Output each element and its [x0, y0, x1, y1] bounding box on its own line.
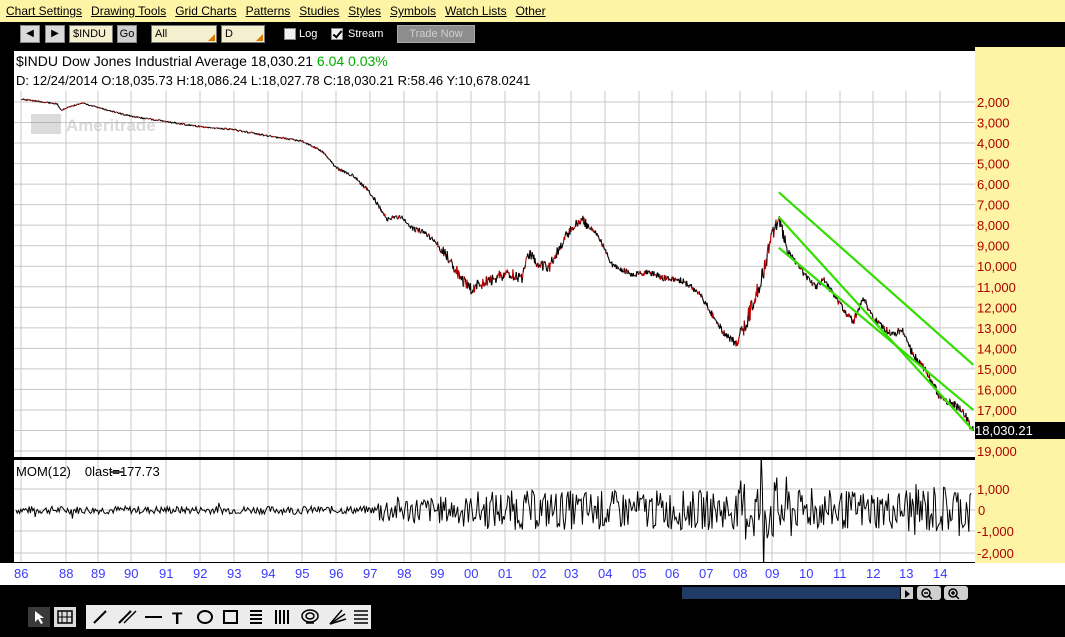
period-value: D	[225, 28, 233, 40]
range-dropdown[interactable]: All	[151, 25, 217, 43]
x-tick-label: 90	[124, 566, 138, 581]
momentum-tick-label: 1,000	[977, 482, 1010, 497]
forward-button[interactable]: ▶	[45, 25, 65, 43]
x-tick-label: 97	[363, 566, 377, 581]
menu-bar: Chart Settings Drawing Tools Grid Charts Pa…	[0, 0, 1065, 22]
y-tick-label: 11,000	[977, 280, 1016, 295]
y-tick-label: 12,000	[977, 300, 1017, 315]
ohlc-readout: D: 12/24/2014 O:18,035.73 H:18,086.24 L:…	[16, 73, 530, 88]
x-tick-label: 88	[59, 566, 73, 581]
y-tick-label: 13,000	[977, 321, 1017, 336]
momentum-tick-label: 0	[978, 503, 985, 518]
x-tick-label: 00	[464, 566, 478, 581]
menu-watch-lists[interactable]: Watch Lists	[445, 4, 507, 18]
y-tick-label: 7,000	[977, 198, 1010, 213]
log-label: Log	[299, 28, 318, 40]
zoom-in-button[interactable]	[944, 586, 968, 600]
text-tool-icon[interactable]: T	[172, 609, 183, 628]
x-tick-label: 12	[866, 566, 880, 581]
y-tick-label: 17,000	[977, 403, 1017, 418]
zoom-out-button[interactable]	[917, 586, 941, 600]
x-tick-label: 01	[498, 566, 512, 581]
y-tick-label: 14,000	[977, 341, 1017, 356]
momentum-label: MOM(12) 0last=177.73	[16, 464, 160, 479]
x-tick-label: 08	[733, 566, 747, 581]
x-tick-label: 95	[295, 566, 309, 581]
y-tick-label: 5,000	[977, 157, 1010, 172]
zoom-in-icon	[948, 588, 960, 600]
x-tick-label: 98	[397, 566, 411, 581]
scroll-right-button[interactable]	[901, 587, 913, 599]
price-chart[interactable]: Ameritrade$INDU Dow Jones Industrial Ave…	[14, 51, 975, 457]
x-tick-label: 13	[899, 566, 913, 581]
menu-styles[interactable]: Styles	[348, 4, 381, 18]
momentum-tick-label: -1,000	[977, 524, 1014, 539]
x-tick-label: 02	[532, 566, 546, 581]
x-tick-label: 99	[430, 566, 444, 581]
momentum-chart[interactable]: MOM(12) 0last=177.73	[14, 460, 975, 562]
y-tick-label: 4,000	[977, 136, 1010, 151]
y-tick-label: 6,000	[977, 177, 1010, 192]
range-value: All	[155, 28, 168, 40]
stream-checkbox[interactable]	[331, 28, 343, 40]
toolbar: ◀ ▶ $INDU Go All D Log Stream Trade Now	[0, 22, 1065, 47]
drawing-toolbar: T	[0, 601, 1065, 632]
y-axis-labels: 2,000 3,000 4,000 5,000 6,000 7,000 8,000 9,000…	[977, 95, 1017, 561]
x-tick-label: 86	[14, 566, 28, 581]
x-tick-label: 07	[699, 566, 713, 581]
y-tick-label: 10,000	[977, 259, 1017, 274]
y-tick-label: 8,000	[977, 218, 1010, 233]
scrollbar-thumb[interactable]	[682, 587, 900, 599]
menu-drawing-tools[interactable]: Drawing Tools	[91, 4, 166, 18]
y-tick-label: 3,000	[977, 116, 1010, 131]
x-tick-label: 10	[799, 566, 813, 581]
dropdown-arrow-icon	[208, 34, 215, 41]
menu-grid-charts[interactable]: Grid Charts	[175, 4, 236, 18]
x-tick-label: 06	[665, 566, 679, 581]
tool-strip	[86, 605, 371, 629]
x-tick-label: 11	[833, 566, 847, 581]
x-tick-label: 91	[159, 566, 173, 581]
x-tick-label: 93	[227, 566, 241, 581]
go-button[interactable]: Go	[117, 25, 137, 43]
x-tick-label: 14	[933, 566, 947, 581]
menu-studies[interactable]: Studies	[299, 4, 339, 18]
y-tick-label: 19,000	[977, 444, 1017, 459]
chart-scrollbar[interactable]	[0, 585, 1065, 601]
period-dropdown[interactable]: D	[221, 25, 265, 43]
back-button[interactable]: ◀	[20, 25, 40, 43]
dropdown-arrow-icon	[256, 34, 263, 41]
x-tick-label: 09	[765, 566, 779, 581]
x-tick-label: 94	[261, 566, 275, 581]
momentum-tick-label: -2,000	[977, 546, 1014, 561]
symbol-input[interactable]: $INDU	[69, 25, 113, 43]
x-tick-label: 04	[598, 566, 612, 581]
y-tick-label: 2,000	[977, 95, 1010, 110]
x-tick-label: 96	[329, 566, 343, 581]
y-tick-label: 9,000	[977, 239, 1010, 254]
last-price-badge: 18,030.21	[975, 422, 1065, 439]
menu-other[interactable]: Other	[516, 4, 546, 18]
zoom-out-icon	[921, 588, 933, 600]
menu-symbols[interactable]: Symbols	[390, 4, 436, 18]
menu-patterns[interactable]: Patterns	[246, 4, 291, 18]
log-checkbox[interactable]	[284, 28, 296, 40]
y-tick-label: 15,000	[977, 362, 1017, 377]
chart-background	[14, 51, 975, 457]
x-tick-label: 05	[632, 566, 646, 581]
menu-chart-settings[interactable]: Chart Settings	[6, 4, 82, 18]
x-tick-label: 89	[91, 566, 105, 581]
stream-label: Stream	[348, 28, 384, 40]
x-tick-label: 92	[193, 566, 207, 581]
chart-title: $INDU Dow Jones Industrial Average 18,03…	[16, 53, 388, 69]
trade-now-button[interactable]: Trade Now	[397, 25, 475, 43]
x-tick-label: 03	[564, 566, 578, 581]
y-tick-label: 16,000	[977, 382, 1017, 397]
x-axis: 86 88 89 90 91 92 93 94 95 96 97 98 99 00 01 02 03 04 05 06…	[0, 563, 1065, 585]
